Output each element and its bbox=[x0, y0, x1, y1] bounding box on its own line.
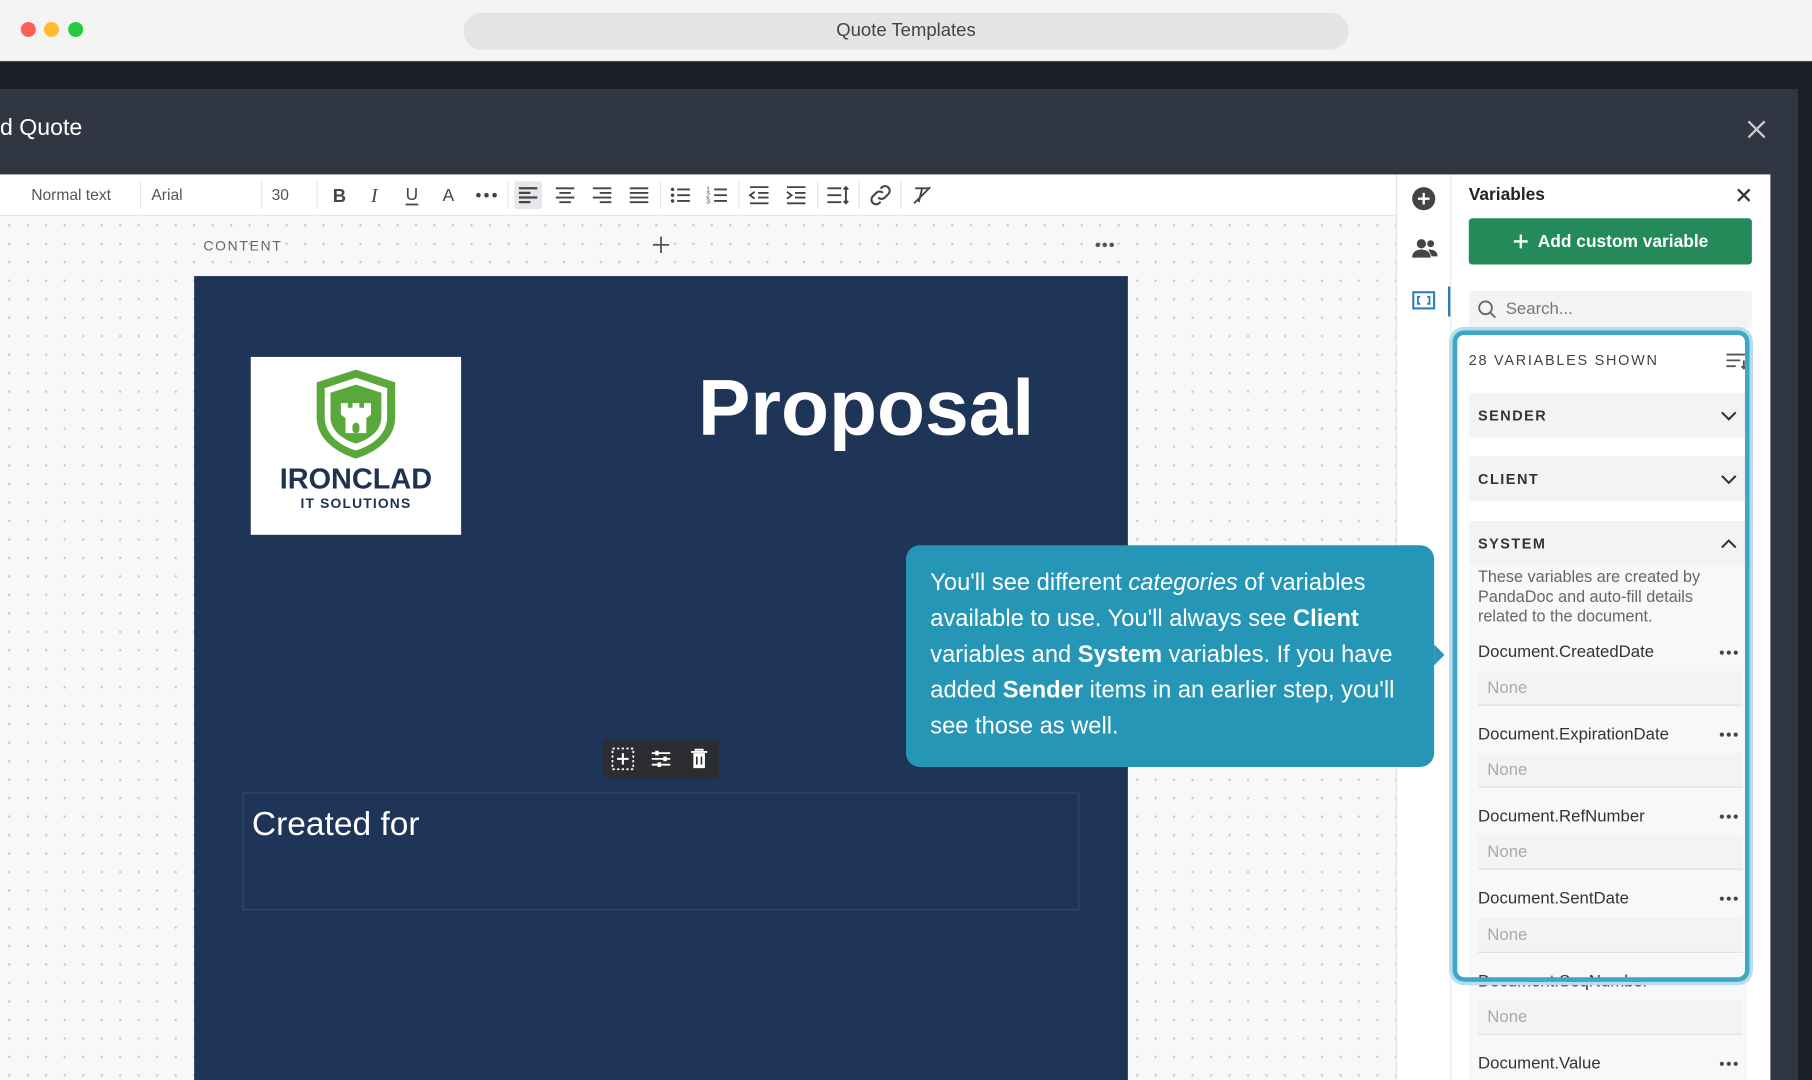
clear-formatting-icon[interactable] bbox=[908, 181, 936, 209]
toolbar-divider bbox=[139, 181, 141, 210]
maximize-window-button[interactable] bbox=[68, 21, 84, 37]
variables-icon[interactable] bbox=[1411, 289, 1436, 312]
font-family-select[interactable]: Arial bbox=[151, 186, 182, 203]
tutorial-tooltip: You'll see different categories of varia… bbox=[905, 545, 1445, 767]
minimize-window-button[interactable] bbox=[43, 21, 59, 37]
add-custom-variable-label: Add custom variable bbox=[1537, 231, 1709, 252]
window-titlebar: Quote Templates bbox=[0, 0, 1812, 62]
align-center-icon[interactable] bbox=[551, 181, 579, 209]
recipients-icon[interactable] bbox=[1411, 237, 1439, 260]
address-bar[interactable]: Quote Templates bbox=[463, 12, 1349, 50]
add-block-icon[interactable] bbox=[649, 233, 672, 256]
svg-text:3: 3 bbox=[706, 198, 710, 205]
svg-text:B: B bbox=[333, 185, 346, 206]
bullet-list-icon[interactable] bbox=[667, 181, 695, 209]
variable-name: Document.Value bbox=[1478, 1054, 1601, 1074]
text-style-select[interactable]: Normal text bbox=[31, 186, 111, 203]
italic-icon[interactable]: I bbox=[362, 181, 390, 209]
shield-logo-icon: IRONCLAD IT SOLUTIONS bbox=[280, 369, 432, 511]
toolbar-divider bbox=[817, 181, 819, 210]
line-spacing-icon[interactable] bbox=[824, 181, 852, 209]
highlight-ring bbox=[1452, 330, 1750, 982]
search-input[interactable]: Search... bbox=[1506, 300, 1573, 318]
toolbar-divider bbox=[316, 181, 318, 210]
tooltip-bold: System bbox=[1077, 641, 1163, 668]
tooltip-emphasis: categories bbox=[1128, 569, 1238, 597]
variable-value-field[interactable]: None bbox=[1478, 1000, 1743, 1035]
created-for-text[interactable]: Created for bbox=[252, 806, 420, 844]
align-right-icon[interactable] bbox=[588, 181, 616, 209]
search-field[interactable]: Search... bbox=[1468, 291, 1752, 329]
content-section-label: CONTENT bbox=[203, 237, 283, 255]
block-toolbar bbox=[603, 739, 719, 779]
search-icon bbox=[1478, 300, 1497, 319]
close-window-button[interactable] bbox=[20, 21, 36, 37]
svg-text:U: U bbox=[406, 184, 419, 204]
svg-text:A: A bbox=[443, 185, 455, 205]
modal-title: d Quote bbox=[0, 115, 83, 141]
align-left-icon[interactable] bbox=[514, 181, 542, 210]
tooltip-text: variables and bbox=[930, 641, 1078, 668]
font-size-select[interactable]: 30 bbox=[272, 186, 289, 203]
close-modal-icon[interactable] bbox=[1744, 117, 1769, 142]
underline-icon[interactable]: U bbox=[399, 181, 427, 209]
company-logo[interactable]: IRONCLAD IT SOLUTIONS bbox=[250, 356, 462, 535]
plus-icon bbox=[1513, 234, 1528, 249]
logo-tagline: IT SOLUTIONS bbox=[300, 495, 411, 511]
proposal-title[interactable]: Proposal bbox=[698, 363, 1034, 453]
variable-value: None bbox=[1487, 1008, 1528, 1027]
logo-name: IRONCLAD bbox=[280, 464, 432, 496]
toolbar-divider bbox=[900, 181, 902, 210]
panel-title: Variables bbox=[1468, 184, 1545, 205]
delete-block-icon[interactable] bbox=[686, 746, 711, 771]
svg-text:I: I bbox=[370, 185, 379, 207]
text-color-icon[interactable]: A bbox=[436, 181, 464, 209]
editor-toolbar: Normal text Arial 30 B I U A 123 bbox=[0, 174, 1396, 216]
tooltip-bold: Client bbox=[1293, 605, 1359, 632]
indent-icon[interactable] bbox=[782, 181, 810, 209]
add-custom-variable-button[interactable]: Add custom variable bbox=[1468, 218, 1752, 265]
outdent-icon[interactable] bbox=[745, 181, 773, 209]
add-row-icon[interactable] bbox=[610, 746, 635, 771]
numbered-list-icon[interactable]: 123 bbox=[704, 181, 732, 209]
window-title: Quote Templates bbox=[836, 20, 976, 41]
tooltip-text: You'll see different bbox=[930, 569, 1129, 597]
toolbar-divider bbox=[858, 181, 860, 210]
toolbar-divider bbox=[738, 181, 740, 210]
align-justify-icon[interactable] bbox=[625, 181, 653, 209]
more-formatting-icon[interactable] bbox=[473, 181, 501, 209]
add-content-icon[interactable] bbox=[1411, 186, 1436, 211]
bold-icon[interactable]: B bbox=[325, 181, 353, 209]
variable-more-icon[interactable] bbox=[1717, 1058, 1740, 1070]
toolbar-divider bbox=[659, 181, 662, 210]
toolbar-divider bbox=[507, 181, 509, 210]
block-settings-icon[interactable] bbox=[648, 746, 673, 771]
modal-edge bbox=[1770, 174, 1799, 1080]
link-icon[interactable] bbox=[867, 181, 895, 209]
active-tab-indicator bbox=[1447, 286, 1451, 317]
close-panel-icon[interactable] bbox=[1733, 185, 1754, 206]
toolbar-divider bbox=[261, 181, 263, 210]
tooltip-bold: Sender bbox=[1002, 676, 1084, 704]
section-more-icon[interactable] bbox=[1093, 236, 1116, 254]
modal-header bbox=[0, 88, 1799, 175]
